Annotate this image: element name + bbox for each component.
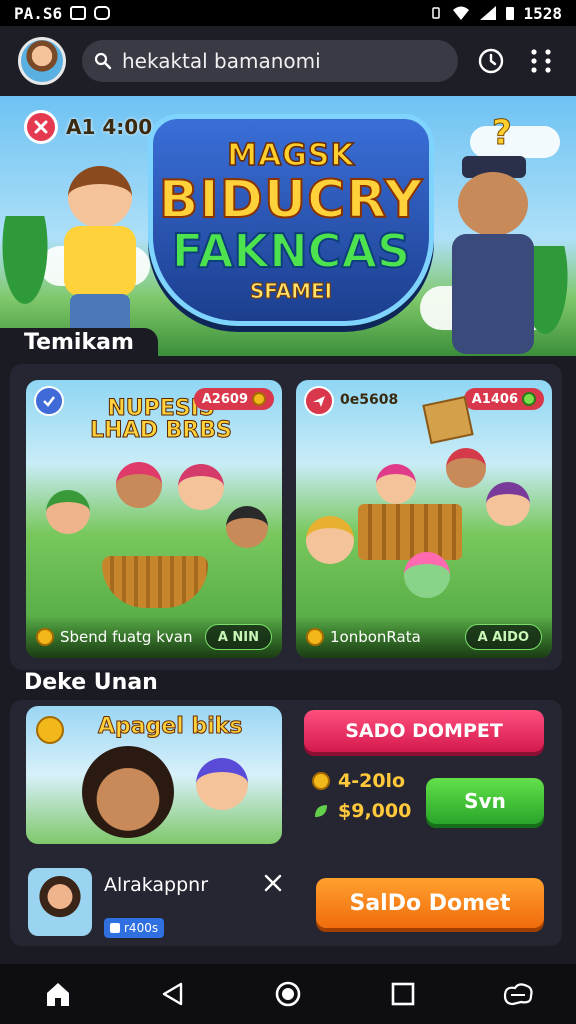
kid-figure — [404, 552, 450, 598]
notification-title: Alrakappnr — [104, 874, 209, 896]
system-navigation-bar — [0, 964, 576, 1024]
wallet-balance-button[interactable]: SADO DOMPET — [304, 710, 544, 752]
card-footer: 1onbonRata A AIDO — [296, 616, 552, 658]
coin-icon — [36, 628, 54, 646]
status-time: 1528 — [523, 3, 562, 23]
card-play-button[interactable]: A NIN — [204, 624, 272, 650]
promo-banner[interactable]: Apagel biks — [26, 706, 282, 844]
signal-icon — [480, 6, 497, 20]
card-footer-label: Sbend fuatg kvan — [60, 628, 193, 646]
kid-figure — [226, 506, 268, 548]
game-card[interactable]: NUPESIS LHAD BRBS A2609 Sbend fuatg kvan… — [26, 380, 282, 658]
logo-line-1: MAGSK — [226, 137, 355, 174]
logo-line-4: SFAMEI — [249, 278, 333, 303]
coin-icon — [252, 392, 266, 406]
kid-figure — [306, 516, 354, 564]
top-bar: hekaktal bamanomi — [0, 26, 576, 96]
spin-button[interactable]: Svn — [426, 778, 544, 824]
section-title-promo: Deke Unan — [24, 670, 158, 695]
section-title-featured: Temikam — [0, 328, 158, 356]
balance-row: 4-20lo — [312, 770, 405, 792]
square-icon — [391, 982, 415, 1006]
wifi-icon — [453, 6, 470, 20]
wooden-block — [422, 395, 474, 445]
promo-title: Apagel biks — [98, 714, 244, 740]
banner-timer: A1 4:00 — [66, 115, 153, 139]
kid-figure — [376, 464, 416, 504]
kid-figure — [486, 482, 530, 526]
vibrate-icon — [432, 7, 441, 19]
kid-figure — [116, 462, 162, 508]
notification-badge-label: r400s — [124, 921, 159, 935]
question-mark-icon: ? — [492, 114, 513, 150]
logo-line-3: FAKNCAS — [171, 223, 411, 278]
assistant-button[interactable] — [494, 970, 542, 1018]
balance-value-1: 4-20lo — [338, 770, 406, 792]
profile-avatar[interactable] — [18, 37, 66, 85]
palm-tree-decoration — [0, 216, 60, 336]
search-bar[interactable]: hekaktal bamanomi — [82, 40, 458, 82]
status-bar: PA.S6 1528 — [0, 0, 576, 26]
history-button[interactable] — [474, 44, 508, 78]
plane-icon — [313, 396, 325, 407]
coin-icon — [306, 628, 324, 646]
info-icon — [110, 923, 120, 933]
more-options-button[interactable] — [524, 44, 558, 78]
status-carrier: PA.S6 — [14, 3, 63, 23]
home-button[interactable] — [34, 970, 82, 1018]
recents-button[interactable] — [379, 970, 427, 1018]
card-badge — [304, 386, 334, 416]
svg-text:?: ? — [492, 114, 512, 150]
balance-value-2: $9,000 — [338, 800, 412, 822]
coin-icon — [522, 392, 536, 406]
search-input[interactable]: hekaktal bamanomi — [122, 49, 321, 73]
coin-icon — [36, 716, 64, 744]
home-icon — [46, 983, 69, 1006]
home-circle-button[interactable] — [264, 970, 312, 1018]
kid-figure — [46, 490, 90, 534]
wallet-balance-action-button[interactable]: SalDo Domet — [316, 878, 544, 928]
hero-banner[interactable]: A1 4:00 ? MAGSK BIDUCRY FAKNCAS SFAMEI — [0, 96, 576, 356]
game-logo: MAGSK BIDUCRY FAKNCAS SFAMEI — [148, 114, 434, 326]
character-right — [448, 156, 538, 356]
coin-icon — [312, 772, 330, 790]
card-tag: A1406 — [463, 388, 544, 410]
treasure-chest — [358, 504, 462, 560]
kid-figure — [178, 464, 224, 510]
kid-figure — [82, 746, 174, 838]
card-badge — [34, 386, 64, 416]
battery-icon — [506, 7, 515, 20]
leaf-icon — [315, 805, 327, 817]
card-play-button[interactable]: A AIDO — [464, 624, 542, 650]
notification-close-button[interactable] — [260, 870, 286, 896]
notification-thumbnail — [28, 868, 92, 936]
search-icon — [94, 52, 112, 70]
ball-basket — [102, 556, 208, 608]
card-tag: A2609 — [193, 388, 274, 410]
assistant-icon — [504, 983, 533, 1006]
back-triangle-icon — [162, 982, 182, 1006]
close-banner[interactable]: A1 4:00 — [24, 110, 152, 144]
close-icon — [264, 874, 282, 892]
card-tag-label: A2609 — [201, 391, 248, 407]
card-footer: Sbend fuatg kvan A NIN — [26, 616, 282, 658]
more-vertical-icon — [531, 49, 551, 73]
card-tag-label: A1406 — [471, 391, 518, 407]
close-icon[interactable] — [24, 110, 58, 144]
notification-icon — [70, 6, 87, 20]
circle-icon — [275, 981, 301, 1007]
check-icon — [43, 396, 55, 407]
kid-figure — [196, 758, 248, 810]
logo-line-2: BIDUCRY — [158, 169, 424, 230]
card-left-tag: 0e5608 — [340, 392, 399, 408]
kid-figure — [446, 448, 486, 488]
game-card[interactable]: 0e5608 A1406 1onbonRata A AIDO — [296, 380, 552, 658]
app-notification-icon — [94, 6, 111, 20]
card-footer-label: 1onbonRata — [330, 628, 421, 646]
history-icon — [478, 48, 504, 74]
balance-row: $9,000 — [312, 800, 411, 822]
notification-badge: r400s — [104, 918, 165, 938]
back-button[interactable] — [149, 970, 197, 1018]
